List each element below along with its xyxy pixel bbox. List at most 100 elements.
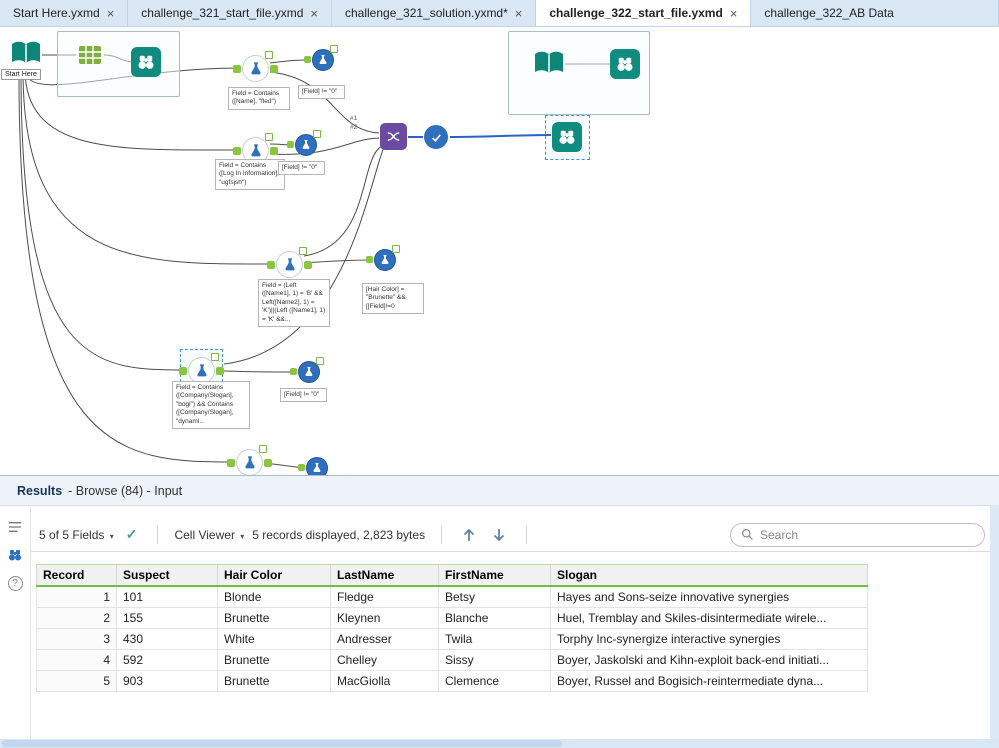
tab-label: Start Here.yxmd [13, 6, 100, 20]
tab-close-icon[interactable]: × [730, 6, 738, 21]
tab-label: challenge_321_start_file.yxmd [141, 6, 304, 20]
annotation[interactable]: [Hair Color] = "Brunette" && [[Field]!=0 [362, 283, 424, 315]
question-icon: ? [7, 575, 23, 591]
annotation[interactable]: Field = (Left ([Name1], 1) = 'B' && Left… [258, 279, 330, 328]
fields-label: 5 of 5 Fields [39, 527, 105, 542]
cell-firstname: Clemence [438, 669, 551, 692]
union-tool[interactable] [380, 123, 407, 150]
cell-firstname: Sissy [438, 648, 551, 671]
filter-tool-5[interactable] [227, 445, 272, 475]
filter-tool-4[interactable] [179, 353, 224, 384]
table-row[interactable]: 5 903 Brunette MacGiolla Clemence Boyer,… [36, 669, 868, 692]
cell-lastname: Fledge [330, 585, 439, 608]
flask-icon [284, 257, 295, 270]
tab-start-here[interactable]: Start Here.yxmd × [0, 0, 129, 26]
browse-tool-selected[interactable] [552, 122, 582, 152]
results-header: Results - Browse (84) - Input [0, 476, 999, 506]
search-input[interactable] [760, 527, 974, 542]
test-tool-5[interactable] [298, 457, 328, 475]
annotation[interactable]: Field = Contains ([Company/Slogan], "bog… [172, 381, 250, 430]
column-header-haircolor[interactable]: Hair Color [217, 564, 331, 587]
results-title: Results [17, 483, 63, 498]
binoculars-icon [617, 57, 633, 71]
tool-badge [392, 245, 400, 253]
filter-tool-1[interactable] [233, 51, 278, 82]
tab-close-icon[interactable]: × [107, 6, 115, 21]
tab-challenge-321-solution[interactable]: challenge_321_solution.yxmd* × [332, 0, 537, 26]
cell-record: 1 [36, 585, 117, 608]
tab-close-icon[interactable]: × [515, 6, 523, 21]
vertical-scrollbar[interactable] [990, 505, 999, 739]
tool-badge [265, 133, 273, 141]
cell-viewer-label: Cell Viewer [174, 527, 235, 542]
cell-record: 3 [36, 627, 117, 650]
horizontal-scrollbar[interactable] [0, 739, 999, 748]
check-tool[interactable] [424, 125, 448, 149]
tab-challenge-321-start[interactable]: challenge_321_start_file.yxmd × [128, 0, 332, 26]
arrow-down-icon [493, 528, 505, 541]
tab-close-icon[interactable]: × [310, 6, 318, 21]
cell-suspect: 155 [116, 606, 218, 629]
tool-badge [265, 51, 273, 59]
cell-lastname: MacGiolla [330, 669, 439, 692]
table-row[interactable]: 2 155 Brunette Kleynen Blanche Huel, Tre… [36, 606, 868, 629]
workflow-canvas[interactable]: Start Here Field = Contains ([Name], "fl… [0, 27, 999, 475]
tool-badge [316, 357, 324, 365]
fields-dropdown[interactable]: 5 of 5 Fields ▾ [39, 528, 114, 542]
browse-tool-2[interactable] [610, 49, 640, 79]
annotation[interactable]: [Field] != "0" [298, 85, 345, 100]
annotation[interactable]: [Field] != "0" [278, 161, 325, 176]
book-icon [535, 51, 563, 73]
union-icon [387, 132, 400, 141]
tab-challenge-322-start[interactable]: challenge_322_start_file.yxmd × [536, 0, 752, 26]
apply-check-icon[interactable]: ✓ [126, 526, 138, 543]
input-data-tool[interactable] [10, 39, 42, 67]
search-box[interactable] [730, 522, 985, 547]
chevron-down-icon: ▾ [109, 531, 114, 541]
binoculars-icon [9, 550, 21, 561]
output-book-tool[interactable] [533, 49, 565, 77]
test-tool-2[interactable] [287, 130, 321, 156]
table-row[interactable]: 1 101 Blonde Fledge Betsy Hayes and Sons… [36, 585, 868, 608]
cell-record: 4 [36, 648, 117, 671]
browse-view-button[interactable] [6, 546, 24, 564]
column-header-firstname[interactable]: FirstName [438, 564, 551, 587]
test-tool-1[interactable] [304, 45, 338, 71]
flask-icon [319, 55, 327, 64]
annotation[interactable]: Field = Contains ([Name], "fled") [228, 87, 290, 110]
cell-firstname: Twila [438, 627, 551, 650]
test-tool-4[interactable] [290, 357, 324, 383]
annotation[interactable]: [Field] != "0" [280, 388, 327, 403]
cell-record: 2 [36, 606, 117, 629]
table-row[interactable]: 3 430 White Andresser Twila Torphy Inc-s… [36, 627, 868, 650]
browse-tool-1[interactable] [131, 47, 161, 77]
flask-icon [244, 455, 255, 468]
summarize-tool[interactable] [76, 41, 104, 69]
separator [441, 525, 443, 544]
chevron-down-icon: ▾ [240, 531, 245, 541]
config-list-button[interactable] [6, 518, 24, 536]
move-up-button[interactable] [458, 527, 480, 543]
test-tool-3[interactable] [366, 245, 400, 271]
tool-badge [299, 247, 307, 255]
table-header-row: Record Suspect Hair Color LastName First… [36, 564, 868, 587]
tab-label: challenge_322_AB Data [764, 6, 894, 20]
scrollbar-thumb[interactable] [2, 740, 562, 747]
tool-badge [259, 445, 267, 453]
column-header-slogan[interactable]: Slogan [550, 564, 868, 587]
column-header-lastname[interactable]: LastName [330, 564, 439, 587]
flask-icon [305, 367, 313, 376]
tool-badge [211, 353, 219, 361]
annotation[interactable]: Field = Contains ([Log In Information], … [215, 159, 285, 191]
cell-viewer-dropdown[interactable]: Cell Viewer ▾ [174, 528, 244, 542]
column-header-suspect[interactable]: Suspect [116, 564, 218, 587]
filter-tool-3[interactable] [267, 247, 312, 278]
table-row[interactable]: 4 592 Brunette Chelley Sissy Boyer, Jask… [36, 648, 868, 671]
help-button[interactable]: ? [6, 574, 24, 592]
move-down-button[interactable] [488, 527, 510, 543]
tab-challenge-322-ab[interactable]: challenge_322_AB Data [751, 0, 999, 26]
list-icon [9, 522, 21, 532]
cell-slogan: Hayes and Sons-seize innovative synergie… [550, 585, 868, 608]
cell-slogan: Boyer, Jaskolski and Kihn-exploit back-e… [550, 648, 868, 671]
column-header-record[interactable]: Record [36, 564, 117, 587]
